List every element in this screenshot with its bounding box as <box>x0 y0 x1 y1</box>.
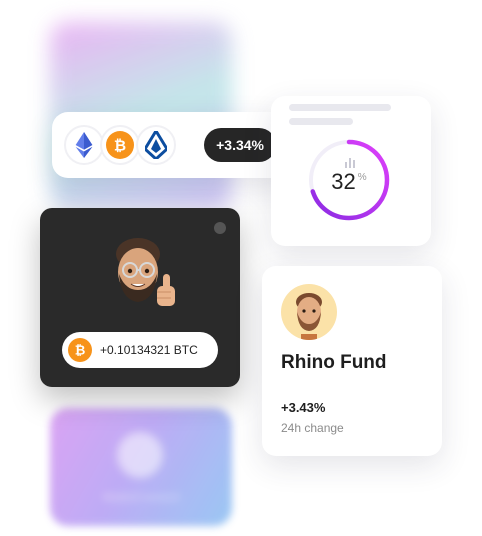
blurred-card-bottom: WalletConnect <box>50 408 232 526</box>
ethereum-icon <box>64 125 104 165</box>
btc-balance: +0.10134321 BTC <box>100 343 198 357</box>
coin-row-card: ₿ +3.34% <box>52 112 290 178</box>
gauge-card: 32 % <box>271 96 431 246</box>
fund-change-label: 24h change <box>281 421 344 435</box>
lisk-icon <box>136 125 176 165</box>
placeholder-line <box>289 118 353 125</box>
svg-text:₿: ₿ <box>114 138 126 155</box>
fund-avatar <box>281 284 337 340</box>
svg-text:₿: ₿ <box>75 343 86 358</box>
fund-name: Rhino Fund <box>281 352 387 373</box>
bitcoin-icon: ₿ <box>68 338 92 362</box>
wallet-card: ₿ +0.10134321 BTC <box>40 208 240 387</box>
placeholder-line <box>289 104 391 111</box>
change-badge: +3.34% <box>204 128 276 162</box>
fund-card[interactable]: Rhino Fund +3.43% 24h change <box>262 266 442 456</box>
status-dot <box>214 222 226 234</box>
btc-balance-pill: ₿ +0.10134321 BTC <box>62 332 218 368</box>
memoji-avatar <box>116 238 175 306</box>
gauge-value: 32 <box>331 169 356 194</box>
bitcoin-icon: ₿ <box>100 125 140 165</box>
fund-change: +3.43% <box>281 400 326 415</box>
gauge-unit: % <box>357 171 367 183</box>
blurred-card-label: WalletConnect <box>102 490 180 504</box>
cloud-icon <box>117 432 163 478</box>
